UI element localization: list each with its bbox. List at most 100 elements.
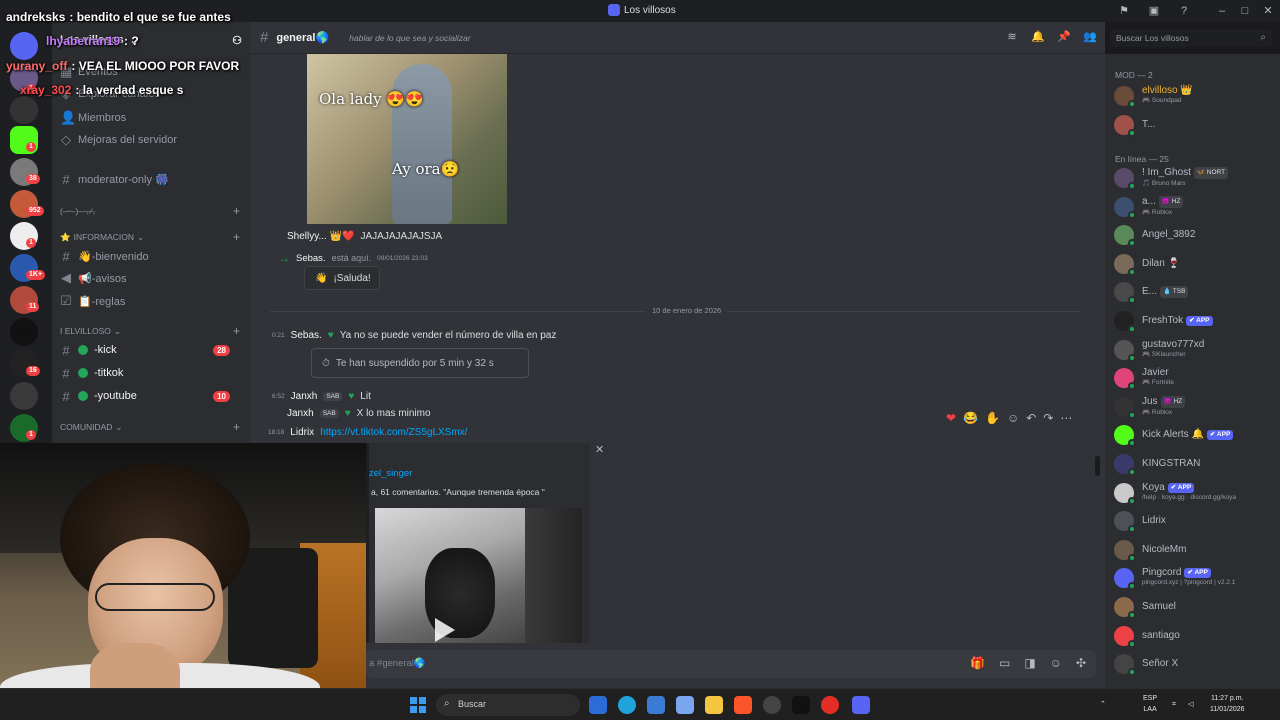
sidebar-item-miembros[interactable]: 👤 Miembros [60, 108, 242, 128]
server-icon[interactable] [10, 382, 38, 410]
member-item[interactable]: elvilloso 👑 🎮 Soundpad [1114, 84, 1274, 108]
category-informacion[interactable]: ⭐ INFORMACION ⌄ + [60, 230, 240, 244]
invite-user-icon[interactable]: ⚇ [232, 34, 242, 47]
message-image[interactable]: Ola lady 😍😍 Ay ora😟 [307, 54, 507, 224]
member-item[interactable]: T... [1114, 113, 1274, 137]
add-channel-icon[interactable]: + [233, 324, 240, 338]
close-embed-icon[interactable]: ✕ [595, 443, 604, 456]
sidebar-item-mejoras[interactable]: ◇ Mejoras del servidor [60, 130, 242, 150]
taskbar-app-icon[interactable] [589, 696, 607, 714]
member-item[interactable]: FreshTok ✔ APP [1114, 309, 1274, 333]
channel-tiktok[interactable]: # -titkok [60, 363, 242, 383]
screen-icon[interactable]: ▣ [1146, 3, 1162, 19]
member-list-icon[interactable]: 👥 [1083, 30, 1097, 44]
sticker-icon[interactable]: ◨ [1024, 656, 1035, 670]
volume-icon[interactable]: ◁ [1188, 699, 1193, 710]
category-comunidad[interactable]: COMUNIDAD ⌄ + [60, 420, 240, 434]
minimize-button[interactable]: – [1214, 3, 1230, 19]
emoji-icon[interactable]: ☺ [1050, 656, 1062, 670]
member-item[interactable]: Kick Alerts 🔔 ✔ APP [1114, 423, 1274, 447]
member-item[interactable]: Lidrix [1114, 509, 1274, 533]
member-item[interactable]: E... 💧 TSB [1114, 280, 1274, 304]
message-author[interactable]: Janxh [287, 408, 314, 419]
member-item[interactable]: Dilan 🍷 [1114, 252, 1274, 276]
start-button[interactable] [410, 697, 426, 713]
hand-reaction-icon[interactable]: ✋ [985, 411, 1000, 425]
member-item[interactable]: Javier 🎮 Fortnite [1114, 366, 1274, 390]
more-options-icon[interactable]: ⋯ [1060, 411, 1072, 425]
bell-icon[interactable]: 🔔 [1031, 30, 1045, 44]
help-icon[interactable]: ? [1176, 3, 1192, 19]
brave-icon[interactable] [734, 696, 752, 714]
channel-bienvenido[interactable]: # 👋-bienvenido [60, 246, 242, 266]
taskbar-app-icon[interactable] [676, 696, 694, 714]
laugh-reaction-icon[interactable]: 😂 [963, 411, 978, 425]
member-item[interactable]: a... 😈 HZ 🎮 Roblox [1114, 195, 1274, 219]
tiktok-icon[interactable] [792, 696, 810, 714]
language-indicator[interactable]: ESP LAA [1143, 693, 1157, 715]
inbox-icon[interactable]: ⚑ [1116, 3, 1132, 19]
store-icon[interactable] [647, 696, 665, 714]
link-embed[interactable]: ✕ zel_singer a, 61 comentarios. "Aunque … [366, 443, 604, 643]
embed-video-thumbnail[interactable] [375, 508, 525, 643]
message-input[interactable]: a #general🌎 🎁 ▭ ◨ ☺ ✣ [366, 650, 1096, 678]
threads-icon[interactable]: ≋ [1005, 30, 1019, 44]
message-author[interactable]: Lidrix [290, 427, 314, 438]
member-item[interactable]: Angel_3892 [1114, 223, 1274, 247]
message-row[interactable]: Janxh SAB ♥ X lo mas minimo [287, 408, 431, 419]
message-author[interactable]: Sebas. [296, 253, 326, 264]
taskbar-search[interactable]: ⌕ Buscar [436, 694, 580, 716]
add-reaction-icon[interactable]: ☺ [1007, 411, 1019, 425]
add-channel-icon[interactable]: + [233, 204, 240, 218]
close-window-button[interactable]: ✕ [1260, 3, 1276, 19]
server-icon[interactable] [10, 96, 38, 124]
apps-icon[interactable]: ✣ [1076, 656, 1086, 670]
gif-icon[interactable]: ▭ [999, 656, 1010, 670]
clock[interactable]: 11:27 p.m. 11/01/2026 [1210, 693, 1245, 715]
member-item[interactable]: ! Im_Ghost 🦋 NORT 🎵 Bruno Mars [1114, 166, 1274, 190]
embed-author[interactable]: zel_singer [369, 468, 412, 479]
message-author[interactable]: Sebas. [291, 330, 322, 341]
edge-icon[interactable] [618, 696, 636, 714]
member-item[interactable]: Koya ✔ APP/help · koya.gg · discord.gg/ko… [1114, 481, 1274, 505]
folder-icon[interactable] [705, 696, 723, 714]
message-author[interactable]: Shellyy... 👑❤️ [287, 231, 355, 242]
network-icon[interactable]: ⌗ [1172, 699, 1176, 710]
server-icon[interactable] [10, 318, 38, 346]
channel-kick[interactable]: # -kick 28 [60, 340, 242, 360]
pin-icon[interactable]: 📌 [1057, 30, 1071, 44]
message-link[interactable]: https://vt.tiktok.com/ZS5gLXSmx/ [320, 427, 467, 438]
gift-icon[interactable]: 🎁 [970, 656, 985, 670]
reply-icon[interactable]: ↶ [1026, 411, 1036, 425]
member-item[interactable]: gustavo777xd 🎮 SKlauncher [1114, 338, 1274, 362]
category-elvilloso[interactable]: I elvilloso ⌄ + [60, 324, 240, 338]
channel-avisos[interactable]: ◀ 📢-avisos [60, 268, 242, 288]
server-icon[interactable] [10, 32, 38, 60]
message-row[interactable]: 0:21 Sebas. ♥ Ya no se puede vender el n… [272, 330, 556, 341]
member-item[interactable]: Jus 😈 HZ 🎮 Roblox [1114, 395, 1274, 419]
member-item[interactable]: KINGSTRAN [1114, 452, 1274, 476]
channel-moderator-only[interactable]: # moderator-only 🎆 [60, 169, 242, 189]
member-item[interactable]: Señor X [1114, 652, 1274, 676]
message-author[interactable]: Janxh [291, 391, 318, 402]
discord-taskbar-icon[interactable] [852, 696, 870, 714]
member-item[interactable]: NicoleMm [1114, 538, 1274, 562]
add-channel-icon[interactable]: + [233, 420, 240, 434]
channel-youtube[interactable]: # -youtube 10 [60, 386, 242, 406]
youtube-icon[interactable] [821, 696, 839, 714]
member-item[interactable]: Pingcord ✔ APP pingcord.xyz | ?pingcord | … [1114, 566, 1274, 590]
channel-topic[interactable]: hablar de lo que sea y socializar [349, 33, 470, 43]
maximize-button[interactable]: □ [1237, 3, 1253, 19]
heart-reaction-icon[interactable]: ❤ [946, 411, 956, 425]
message-row[interactable]: 18:18 Lidrix https://vt.tiktok.com/ZS5gL… [268, 427, 467, 438]
category-header[interactable]: (–ᵕ–)—ᵢ⌿ᵣ + [60, 204, 240, 218]
add-channel-icon[interactable]: + [233, 230, 240, 244]
wave-button[interactable]: 👋 ¡Saluda! [304, 266, 380, 290]
member-item[interactable]: santiago [1114, 624, 1274, 648]
play-icon[interactable] [435, 618, 455, 642]
message-row[interactable]: Shellyy... 👑❤️ JAJAJAJAJAJSJA [287, 231, 442, 242]
taskbar-app-icon[interactable] [763, 696, 781, 714]
tray-chevron-icon[interactable]: ⌃ [1100, 699, 1106, 710]
message-row[interactable]: 6:52 Janxh SAB ♥ Lit [272, 391, 371, 402]
member-item[interactable]: Samuel [1114, 595, 1274, 619]
